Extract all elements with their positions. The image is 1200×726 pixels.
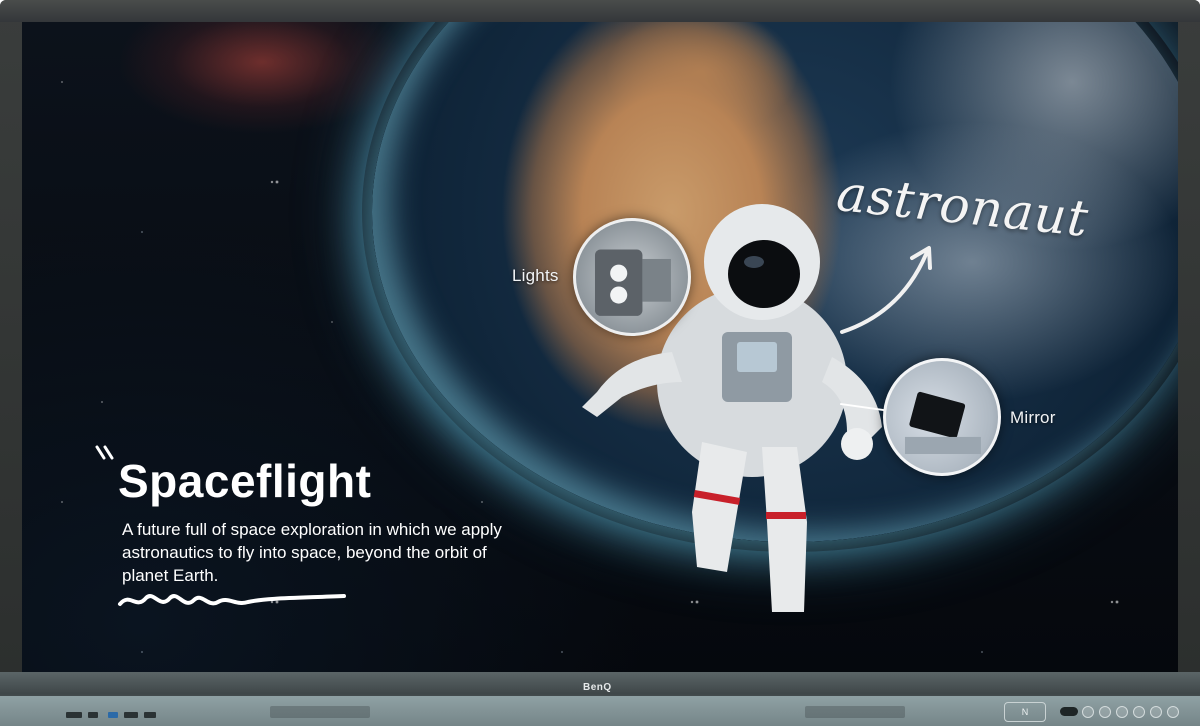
arrow-icon xyxy=(840,246,932,334)
control-button[interactable] xyxy=(1167,706,1179,718)
hdmi-port-icon[interactable] xyxy=(88,712,98,718)
nfc-icon[interactable]: N xyxy=(1004,702,1046,722)
control-button[interactable] xyxy=(1082,706,1094,718)
control-button[interactable] xyxy=(1150,706,1162,718)
brand-logo: BenQ xyxy=(583,682,612,693)
usb-port-icon[interactable] xyxy=(108,712,118,718)
control-button[interactable] xyxy=(1116,706,1128,718)
slide-title: Spaceflight xyxy=(118,455,372,507)
power-icon[interactable] xyxy=(1060,707,1078,716)
helmet-lights-icon xyxy=(594,249,671,316)
wrist-mirror-icon xyxy=(904,391,981,455)
mirror-label: Mirror xyxy=(1010,408,1056,427)
usb-port-icon[interactable] xyxy=(124,712,138,718)
squiggle-underline xyxy=(118,594,346,606)
mirror-callout-circle xyxy=(883,358,1001,476)
interactive-display: Lights Mirror astronaut Spaceflight A fu… xyxy=(0,0,1200,726)
quote-mark-icon xyxy=(95,445,114,460)
control-button[interactable] xyxy=(1133,706,1145,718)
top-bezel xyxy=(0,0,1200,22)
lights-callout-circle xyxy=(573,218,691,336)
usb-port-icon[interactable] xyxy=(66,712,82,718)
slide-description: A future full of space exploration in wh… xyxy=(122,520,502,585)
lights-label: Lights xyxy=(512,266,559,285)
display-screen[interactable]: Lights Mirror astronaut Spaceflight A fu… xyxy=(22,22,1178,672)
speaker-grille-left xyxy=(270,706,370,718)
usb-port-icon[interactable] xyxy=(144,712,156,718)
control-button[interactable] xyxy=(1099,706,1111,718)
speaker-grille-right xyxy=(805,706,905,718)
